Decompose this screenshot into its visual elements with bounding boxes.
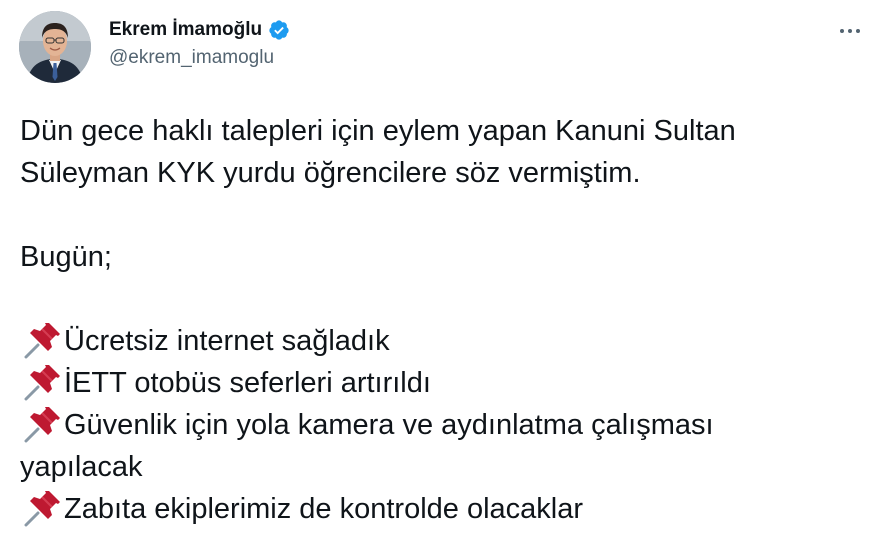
verified-badge-icon <box>268 19 290 41</box>
more-horizontal-icon <box>838 29 862 33</box>
bullet-item: Ücretsiz internet sağladık <box>20 320 870 362</box>
more-options-button[interactable] <box>830 16 870 46</box>
bullet-item: Zabıta ekiplerimiz de kontrolde olacakla… <box>20 488 870 530</box>
display-name[interactable]: Ekrem İmamoğlu <box>109 19 262 41</box>
bullet-text: İETT otobüs seferleri artırıldı <box>64 367 431 399</box>
author-name-row[interactable]: Ekrem İmamoğlu <box>109 17 290 43</box>
pushpin-icon <box>20 320 64 362</box>
avatar[interactable] <box>19 11 91 83</box>
bullet-item: Güvenlik için yola kamera ve aydınlatma … <box>20 404 870 446</box>
pushpin-icon <box>20 488 64 530</box>
bullet-text: Güvenlik için yola kamera ve aydınlatma … <box>64 409 714 441</box>
tweet-card: Ekrem İmamoğlu @ekrem_imamoglu Dün gece … <box>0 0 882 534</box>
bullet-text: Zabıta ekiplerimiz de kontrolde olacakla… <box>64 493 584 525</box>
tweet-line: Bugün; <box>20 241 112 273</box>
pushpin-icon <box>20 404 64 446</box>
bullet-text: Ücretsiz internet sağladık <box>64 325 390 357</box>
tweet-line: Dün gece haklı talepleri için eylem yapa… <box>20 115 736 147</box>
tweet-line: Süleyman KYK yurdu öğrencilere söz vermi… <box>20 157 641 189</box>
tweet-text: Dün gece haklı talepleri için eylem yapa… <box>20 110 870 530</box>
bullet-item: İETT otobüs seferleri artırıldı <box>20 362 870 404</box>
pushpin-icon <box>20 362 64 404</box>
author-handle[interactable]: @ekrem_imamoglu <box>109 47 274 69</box>
bullet-continuation: yapılacak <box>20 451 143 483</box>
